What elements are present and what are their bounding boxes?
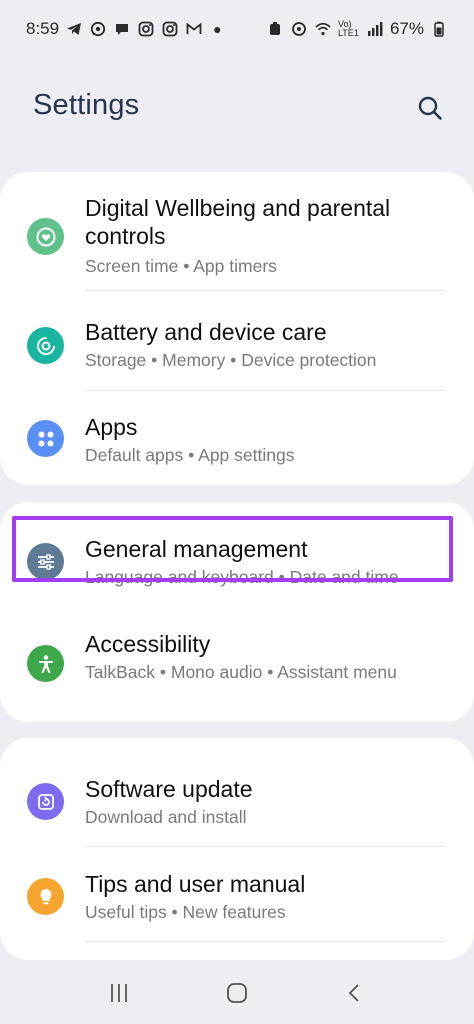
settings-item-accessibility[interactable]: Accessibility TalkBack • Mono audio • As… xyxy=(0,627,474,707)
divider xyxy=(85,846,444,847)
settings-item-subtitle: Language and keyboard • Date and time xyxy=(85,567,399,587)
signal-icon xyxy=(366,20,384,38)
battery-icon xyxy=(430,20,448,38)
gmail-icon xyxy=(185,20,203,38)
digital-wellbeing-icon xyxy=(27,218,64,255)
alarm-icon xyxy=(266,20,284,38)
settings-item-tips-user-manual[interactable]: Tips and user manual Useful tips • New f… xyxy=(0,867,474,929)
home-button[interactable] xyxy=(217,973,257,1013)
apps-icon xyxy=(27,420,64,457)
settings-item-digital-wellbeing[interactable]: Digital Wellbeing and parental controls … xyxy=(0,192,474,282)
divider xyxy=(85,290,444,291)
settings-card-2: General management Language and keyboard… xyxy=(0,502,474,722)
settings-item-title: Digital Wellbeing and parental controls xyxy=(85,195,391,249)
back-icon xyxy=(344,982,366,1004)
settings-card-3: Software update Download and install Tip… xyxy=(0,738,474,960)
settings-item-title: Software update xyxy=(85,776,253,802)
settings-item-general-management[interactable]: General management Language and keyboard… xyxy=(0,532,474,594)
more-notifications-icon: ● xyxy=(213,21,222,37)
divider xyxy=(85,390,444,391)
settings-item-subtitle: Default apps • App settings xyxy=(85,445,295,465)
battery-percent: 67% xyxy=(389,19,424,38)
instagram-icon xyxy=(161,20,179,38)
settings-item-title: Battery and device care xyxy=(85,319,327,345)
settings-item-subtitle: Storage • Memory • Device protection xyxy=(85,350,377,370)
general-management-icon xyxy=(27,543,64,580)
telegram-icon xyxy=(65,20,83,38)
settings-item-subtitle: Screen time • App timers xyxy=(85,256,277,276)
wifi-icon xyxy=(314,20,332,38)
location-icon xyxy=(290,20,308,38)
search-button[interactable] xyxy=(414,92,446,124)
home-icon xyxy=(225,981,249,1005)
settings-item-apps[interactable]: Apps Default apps • App settings xyxy=(0,410,474,472)
settings-item-title: Tips and user manual xyxy=(85,871,306,897)
settings-item-subtitle: TalkBack • Mono audio • Assistant menu xyxy=(85,662,397,682)
settings-item-battery-device-care[interactable]: Battery and device care Storage • Memory… xyxy=(0,315,474,377)
settings-item-software-update[interactable]: Software update Download and install xyxy=(0,772,474,834)
device-care-icon xyxy=(27,327,64,364)
settings-item-subtitle: Useful tips • New features xyxy=(85,902,286,922)
status-right: Vo) LTE1 67% xyxy=(266,19,448,39)
instagram-icon xyxy=(137,20,155,38)
navigation-bar xyxy=(0,962,474,1024)
chat-icon xyxy=(113,20,131,38)
recents-button[interactable] xyxy=(99,973,139,1013)
settings-item-title: General management xyxy=(85,536,308,562)
status-time: 8:59 xyxy=(26,19,60,38)
recents-icon xyxy=(108,982,130,1004)
status-left: 8:59 ● xyxy=(26,19,222,39)
status-bar: 8:59 ● Vo) LTE1 67% xyxy=(0,0,474,58)
back-button[interactable] xyxy=(335,973,375,1013)
search-icon xyxy=(417,95,443,121)
divider xyxy=(85,941,444,942)
settings-item-title: Apps xyxy=(85,414,138,440)
tips-icon xyxy=(27,878,64,915)
software-update-icon xyxy=(27,783,64,820)
whatsapp-icon xyxy=(89,20,107,38)
accessibility-icon xyxy=(27,645,64,682)
settings-item-title: Accessibility xyxy=(85,631,211,657)
page-title: Settings xyxy=(33,89,140,121)
settings-card-1: Digital Wellbeing and parental controls … xyxy=(0,172,474,485)
settings-item-subtitle: Download and install xyxy=(85,807,247,827)
network-label: Vo) LTE1 xyxy=(337,19,359,38)
